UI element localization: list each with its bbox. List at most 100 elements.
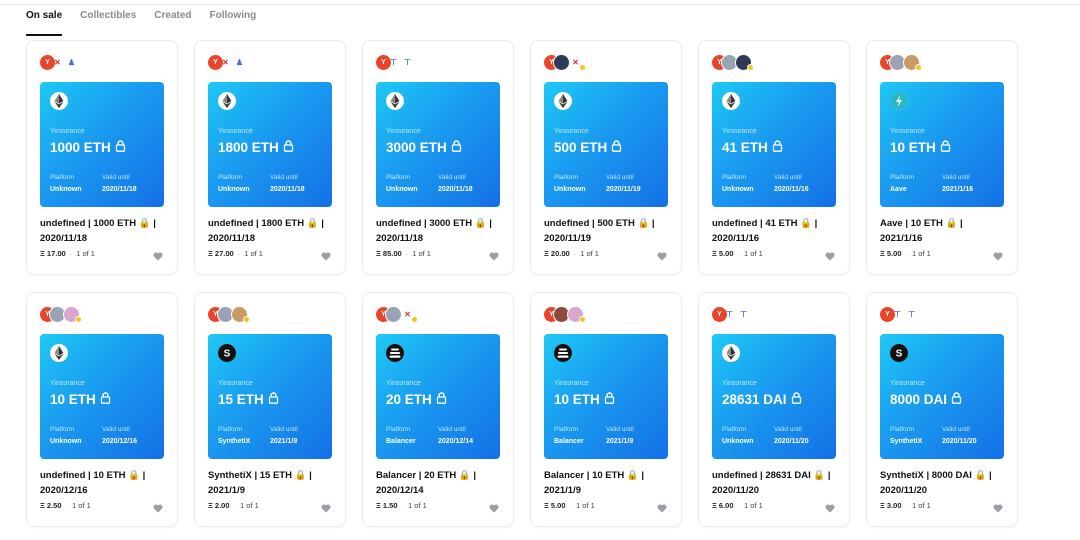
heart-icon[interactable] bbox=[321, 248, 331, 266]
card-title[interactable]: Balancer | 20 ETH 🔒 | 2020/12/14 bbox=[376, 468, 504, 498]
nft-card[interactable]: Y Yinsurance 41 ETH Platform Valid until… bbox=[698, 40, 850, 275]
card-title[interactable]: SynthetiX | 15 ETH 🔒 | 2021/1/9 bbox=[208, 468, 336, 498]
card-meta: Ξ 5.00 · 1 of 1 bbox=[880, 249, 931, 258]
card-meta: Ξ 17.00 · 1 of 1 bbox=[40, 249, 95, 258]
heart-icon[interactable] bbox=[657, 500, 667, 518]
edition-count: 1 of 1 bbox=[412, 249, 431, 258]
heart-icon[interactable] bbox=[153, 248, 163, 266]
nft-artwork[interactable]: Yinsurance 10 ETH Platform Valid until U… bbox=[40, 334, 164, 459]
nft-card[interactable]: Y ⊤ ⊤ Yinsurance 28631 DAI Platform Vali… bbox=[698, 292, 850, 527]
card-title-line1: undefined | 3000 ETH 🔒 | bbox=[376, 218, 492, 229]
platform-value: Unknown bbox=[722, 186, 754, 193]
heart-icon[interactable] bbox=[657, 248, 667, 266]
verified-badge-icon bbox=[243, 316, 250, 323]
card-title[interactable]: Aave | 10 ETH 🔒 | 2021/1/16 bbox=[880, 216, 1008, 246]
nft-artwork[interactable]: Yinsurance 10 ETH Platform Valid until A… bbox=[880, 82, 1004, 207]
nft-artwork[interactable]: Yinsurance 1000 ETH Platform Valid until… bbox=[40, 82, 164, 207]
heart-icon[interactable] bbox=[825, 248, 835, 266]
valid-until-label: Valid until bbox=[606, 174, 634, 181]
heart-icon[interactable] bbox=[489, 248, 499, 266]
purple-avatar[interactable]: ♟ bbox=[63, 54, 80, 71]
card-title[interactable]: undefined | 1800 ETH 🔒 | 2020/11/18 bbox=[208, 216, 336, 246]
lock-icon bbox=[951, 392, 962, 407]
valid-until-label: Valid until bbox=[942, 174, 970, 181]
platform-label: Platform bbox=[554, 174, 579, 181]
nft-artwork[interactable]: Yinsurance 28631 DAI Platform Valid unti… bbox=[712, 334, 836, 459]
nft-artwork[interactable]: Yinsurance 500 ETH Platform Valid until … bbox=[544, 82, 668, 207]
nft-card[interactable]: Y S Yinsurance 15 ETH Platform Valid unt… bbox=[194, 292, 346, 527]
platform-label: Platform bbox=[722, 174, 747, 181]
card-meta: Ξ 5.00 · 1 of 1 bbox=[712, 249, 763, 258]
nft-artwork[interactable]: S Yinsurance 15 ETH Platform Valid until… bbox=[208, 334, 332, 459]
art-amount: 20 ETH bbox=[386, 392, 447, 407]
nft-artwork[interactable]: Yinsurance 41 ETH Platform Valid until U… bbox=[712, 82, 836, 207]
card-title[interactable]: Balancer | 10 ETH 🔒 | 2021/1/9 bbox=[544, 468, 672, 498]
nft-card[interactable]: Y ✕ ♟ Yinsurance 1800 ETH Platform Valid… bbox=[194, 40, 346, 275]
platform-value: SynthetiX bbox=[890, 438, 923, 445]
card-title[interactable]: undefined | 28631 DAI 🔒 | 2020/11/20 bbox=[712, 468, 840, 498]
nft-artwork[interactable]: Yinsurance 20 ETH Platform Valid until B… bbox=[376, 334, 500, 459]
blue-logo-avatar[interactable]: ⊤ bbox=[903, 306, 920, 323]
heart-icon[interactable] bbox=[153, 500, 163, 518]
nft-card[interactable]: Y Yinsurance 10 ETH Platform Valid until… bbox=[866, 40, 1018, 275]
card-title[interactable]: SynthetiX | 8000 DAI 🔒 | 2020/11/20 bbox=[880, 468, 1008, 498]
separator-dot: · bbox=[405, 249, 409, 258]
nft-card[interactable]: Y ✕ Yinsurance 20 ETH Platform Valid unt… bbox=[362, 292, 514, 527]
profile-tabs: On sale Collectibles Created Following bbox=[26, 8, 257, 36]
tab-on-sale[interactable]: On sale bbox=[26, 8, 63, 36]
nft-card[interactable]: Y ⊤ ⊤ Yinsurance 3000 ETH Platform Valid… bbox=[362, 40, 514, 275]
tab-collectibles[interactable]: Collectibles bbox=[80, 8, 136, 30]
platform-label: Platform bbox=[218, 174, 243, 181]
card-title[interactable]: undefined | 500 ETH 🔒 | 2020/11/19 bbox=[544, 216, 672, 246]
heart-icon[interactable] bbox=[321, 500, 331, 518]
nft-artwork[interactable]: Yinsurance 3000 ETH Platform Valid until… bbox=[376, 82, 500, 207]
svg-text:S: S bbox=[896, 349, 903, 360]
nft-card[interactable]: Y ✕ Yinsurance 500 ETH Platform Valid un… bbox=[530, 40, 682, 275]
card-title-line1: undefined | 500 ETH 🔒 | bbox=[544, 218, 655, 229]
card-title[interactable]: undefined | 1000 ETH 🔒 | 2020/11/18 bbox=[40, 216, 168, 246]
art-amount: 1800 ETH bbox=[218, 140, 294, 155]
tab-following[interactable]: Following bbox=[210, 8, 257, 30]
nft-card[interactable]: Y Yinsurance 10 ETH Platform Valid until… bbox=[26, 292, 178, 527]
platform-label: Platform bbox=[890, 174, 915, 181]
separator-dot: · bbox=[569, 501, 573, 510]
nft-card[interactable]: Y ⊤ ⊤ S Yinsurance 8000 DAI Platform Val… bbox=[866, 292, 1018, 527]
art-amount: 3000 ETH bbox=[386, 140, 462, 155]
nft-artwork[interactable]: S Yinsurance 8000 DAI Platform Valid unt… bbox=[880, 334, 1004, 459]
card-meta: Ξ 20.00 · 1 of 1 bbox=[544, 249, 599, 258]
art-brand: Yinsurance bbox=[554, 380, 589, 387]
card-title[interactable]: undefined | 3000 ETH 🔒 | 2020/11/18 bbox=[376, 216, 504, 246]
platform-value: Unknown bbox=[50, 438, 82, 445]
heart-icon[interactable] bbox=[993, 248, 1003, 266]
platform-value: Balancer bbox=[554, 438, 584, 445]
heart-icon[interactable] bbox=[993, 500, 1003, 518]
art-amount: 500 ETH bbox=[554, 140, 622, 155]
eth-icon bbox=[554, 92, 572, 110]
blue-logo-avatar[interactable]: ⊤ bbox=[735, 306, 752, 323]
nft-artwork[interactable]: Yinsurance 1800 ETH Platform Valid until… bbox=[208, 82, 332, 207]
edition-count: 1 of 1 bbox=[244, 249, 263, 258]
lock-icon bbox=[100, 392, 111, 407]
card-meta: Ξ 5.00 · 1 of 1 bbox=[544, 501, 595, 510]
heart-icon[interactable] bbox=[489, 500, 499, 518]
art-brand: Yinsurance bbox=[50, 380, 85, 387]
separator-dot: · bbox=[737, 501, 741, 510]
edition-count: 1 of 1 bbox=[72, 501, 91, 510]
nft-card[interactable]: Y ✕ ♟ Yinsurance 1000 ETH Platform Valid… bbox=[26, 40, 178, 275]
edition-count: 1 of 1 bbox=[744, 249, 763, 258]
card-title-line1: undefined | 10 ETH 🔒 | bbox=[40, 470, 146, 481]
platform-value: Unknown bbox=[722, 438, 754, 445]
edition-count: 1 of 1 bbox=[912, 249, 931, 258]
tab-created[interactable]: Created bbox=[154, 8, 191, 30]
heart-icon[interactable] bbox=[825, 500, 835, 518]
card-meta: Ξ 1.50 · 1 of 1 bbox=[376, 501, 427, 510]
purple-avatar[interactable]: ♟ bbox=[231, 54, 248, 71]
blue-logo-avatar[interactable]: ⊤ bbox=[399, 54, 416, 71]
card-title[interactable]: undefined | 10 ETH 🔒 | 2020/12/16 bbox=[40, 468, 168, 498]
nft-artwork[interactable]: Yinsurance 10 ETH Platform Valid until B… bbox=[544, 334, 668, 459]
edition-count: 1 of 1 bbox=[576, 501, 595, 510]
lock-icon bbox=[604, 392, 615, 407]
card-title-line2: 2021/1/16 bbox=[880, 233, 923, 244]
card-title[interactable]: undefined | 41 ETH 🔒 | 2020/11/16 bbox=[712, 216, 840, 246]
nft-card[interactable]: Y Yinsurance 10 ETH Platform Valid until… bbox=[530, 292, 682, 527]
